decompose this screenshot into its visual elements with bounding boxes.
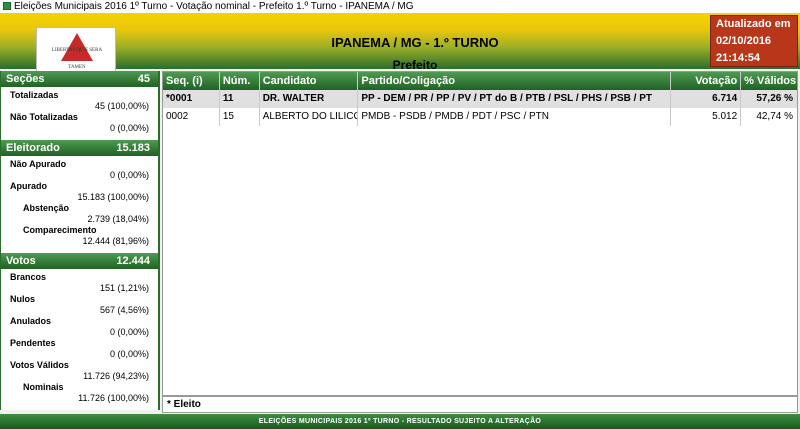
results-table: Seq. (i) Núm. Candidato Partido/Coligaçã… [162, 71, 798, 396]
anulados-label: Anulados [10, 316, 52, 326]
eleitorado-header: Eleitorado 15.183 [1, 140, 158, 156]
updated-label: Atualizado em [716, 18, 791, 30]
summary-panel: Seções 45 Totalizadas 45 (100,00%) Não T… [0, 71, 160, 410]
eleito-legend: * Eleito [162, 396, 798, 413]
cell-seq: *0001 [163, 90, 220, 108]
anulados-value: 0 (0,00%) [109, 327, 149, 337]
nominais-value: 11.726 (100,00%) [78, 393, 149, 403]
cell-num: 11 [220, 90, 260, 108]
cell-partido: PP - DEM / PR / PP / PV / PT do B / PTB … [358, 90, 672, 108]
votos-header: Votos 12.444 [1, 253, 158, 269]
cell-validos: 57,26 % [756, 93, 794, 104]
logo-motto-bottom: TAMEN [68, 65, 86, 70]
totalizadas-label: Totalizadas [10, 90, 59, 100]
nao-apurado-label: Não Apurado [10, 159, 67, 169]
nao-apurado-value: 0 (0,00%) [109, 170, 149, 180]
totalizadas-value: 45 (100,00%) [94, 101, 149, 111]
cell-partido: PMDB - PSDB / PMDB / PDT / PSC / PTN [358, 108, 672, 126]
col-num-header[interactable]: Núm. [220, 72, 260, 90]
cell-votacao: 5.012 [671, 108, 742, 126]
window-title: Eleições Municipais 2016 1º Turno - Vota… [14, 1, 414, 12]
validos-value: 11.726 (94,23%) [83, 371, 149, 381]
state-flag-logo: LIBERTAS QUÆ SERA TAMEN [36, 27, 116, 75]
table-header: Seq. (i) Núm. Candidato Partido/Coligaçã… [163, 72, 797, 90]
validos-label: Votos Válidos [10, 360, 69, 370]
brancos-value: 151 (1,21%) [99, 283, 149, 293]
apurado-value: 15.183 (100,00%) [77, 192, 149, 202]
votos-label: Votos [6, 255, 36, 267]
secoes-label: Seções [6, 73, 45, 85]
app-icon [3, 2, 11, 10]
col-seq-header[interactable]: Seq. (i) [163, 72, 220, 90]
updated-time: 21:14:54 [716, 52, 761, 64]
apurado-label: Apurado [10, 181, 47, 191]
col-partido-header[interactable]: Partido/Coligação [358, 72, 672, 90]
comparecimento-value: 12.444 (81,96%) [82, 236, 149, 246]
nulos-label: Nulos [10, 294, 36, 304]
eleitorado-total: 15.183 [116, 142, 150, 154]
page-subtitle: Prefeito [392, 58, 438, 72]
secoes-total: 45 [137, 73, 150, 85]
cell-seq: 0002 [163, 108, 220, 126]
brancos-label: Brancos [10, 272, 47, 282]
comparecimento-label: Comparecimento [23, 225, 97, 235]
nulos-value: 567 (4,56%) [99, 305, 149, 315]
abstencao-label: Abstenção [23, 203, 70, 213]
table-row[interactable]: 0002 15 ALBERTO DO LILICO PMDB - PSDB / … [163, 108, 797, 126]
logo-motto: LIBERTAS QUÆ SERA [51, 48, 103, 53]
cell-num: 15 [220, 108, 260, 126]
cell-votacao: 6.714 [671, 90, 742, 108]
cell-validos: 42,74 % [756, 111, 794, 122]
col-candidato-header[interactable]: Candidato [260, 72, 359, 90]
abstencao-value: 2.739 (18,04%) [87, 214, 149, 224]
cell-candidato: ALBERTO DO LILICO [260, 108, 359, 126]
footer-notice: ELEIÇÕES MUNICIPAIS 2016 1º TURNO - RESU… [0, 414, 800, 429]
secoes-header: Seções 45 [1, 71, 158, 87]
pendentes-value: 0 (0,00%) [109, 349, 149, 359]
table-row[interactable]: *0001 11 DR. WALTER PP - DEM / PR / PP /… [163, 90, 797, 108]
window-titlebar: Eleições Municipais 2016 1º Turno - Vota… [0, 0, 800, 13]
eleitorado-label: Eleitorado [6, 142, 60, 154]
nominais-label: Nominais [23, 382, 64, 392]
nao-totalizadas-label: Não Totalizadas [10, 112, 78, 122]
nao-totalizadas-value: 0 (0,00%) [109, 123, 149, 133]
cell-candidato: DR. WALTER [260, 90, 359, 108]
page-title: IPANEMA / MG - 1.º TURNO [331, 35, 499, 50]
header-banner: LIBERTAS QUÆ SERA TAMEN IPANEMA / MG - 1… [0, 13, 800, 75]
col-votacao-header[interactable]: Votação [671, 72, 742, 90]
votos-total: 12.444 [116, 255, 150, 267]
updated-box: Atualizado em 02/10/2016 21:14:54 [710, 15, 798, 67]
col-validos-header[interactable]: % Válidos [741, 72, 797, 90]
pendentes-label: Pendentes [10, 338, 56, 348]
red-triangle-icon [61, 33, 93, 61]
updated-date: 02/10/2016 [716, 35, 772, 47]
